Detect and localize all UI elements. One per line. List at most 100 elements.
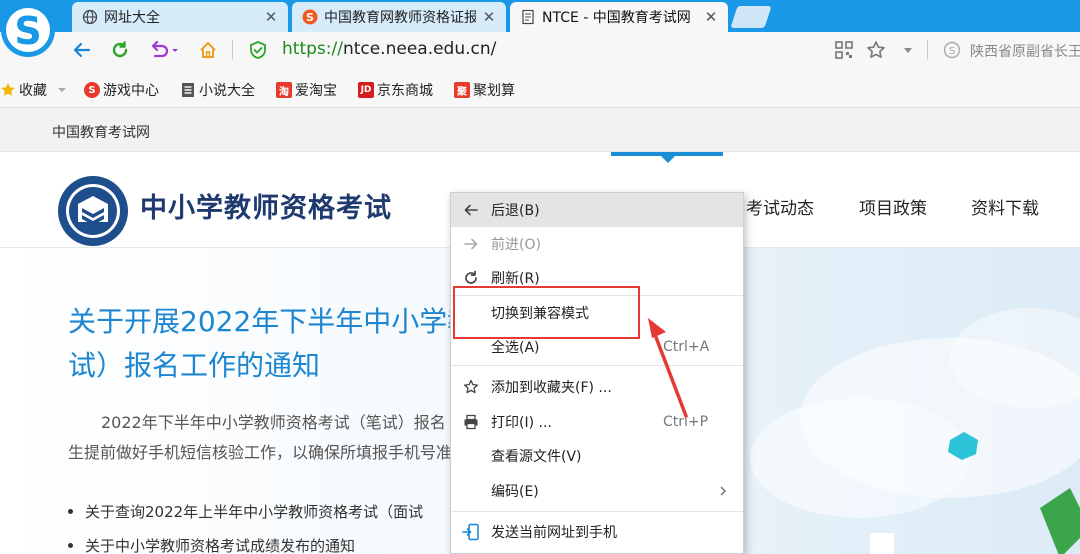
sogou-search-icon: S bbox=[943, 41, 961, 59]
undo-close-button[interactable] bbox=[146, 38, 182, 62]
notice-title-line: 试）报名工作的通知 bbox=[68, 349, 321, 382]
bookmark-jd[interactable]: JD 京东商城 bbox=[358, 80, 433, 100]
menu-item-label: 全选(A) bbox=[491, 340, 540, 356]
site-topbar: 中国教育考试网 bbox=[0, 108, 1080, 152]
list-item[interactable]: 关于查询2022年上半年中小学教师资格考试（面试 bbox=[68, 494, 468, 528]
tab-close-icon[interactable]: ✕ bbox=[704, 8, 718, 26]
nav-exam-news[interactable]: 考试动态 bbox=[746, 194, 814, 219]
annotation-highlight-box bbox=[453, 286, 640, 339]
game-icon: S bbox=[84, 82, 100, 98]
bullet-icon bbox=[68, 542, 73, 548]
menu-item-label: 打印(I) ... bbox=[491, 415, 552, 431]
menu-item-forward[interactable]: 前进(O) bbox=[451, 227, 743, 261]
favorites-dropdown[interactable] bbox=[896, 38, 920, 62]
tab-close-icon[interactable]: ✕ bbox=[482, 8, 496, 26]
star-icon bbox=[0, 82, 16, 98]
bookmark-label: 小说大全 bbox=[199, 83, 255, 99]
decorative-cloud-illustration bbox=[750, 308, 1080, 554]
navigation-toolbar: https://ntce.neea.edu.cn/ S 陕西省原副省长王 bbox=[0, 32, 1080, 68]
list-item[interactable]: 关于中小学教师资格考试成绩发布的通知 bbox=[68, 528, 468, 554]
menu-item-label: 编码(E) bbox=[491, 484, 539, 500]
bullet-icon bbox=[68, 508, 73, 514]
juhuasuan-icon: 聚 bbox=[454, 82, 470, 98]
sogou-browser-logo-icon[interactable]: S bbox=[0, 0, 58, 62]
list-item-label: 关于查询2022年上半年中小学教师资格考试（面试 bbox=[85, 502, 424, 521]
bookmark-favorites[interactable]: 收藏 bbox=[0, 80, 71, 100]
send-to-phone-icon bbox=[451, 523, 491, 541]
annotation-arrow-icon bbox=[648, 318, 688, 418]
site-title: 中小学教师资格考试 bbox=[140, 193, 392, 224]
bookmark-aitaobao[interactable]: 淘 爱淘宝 bbox=[276, 80, 337, 100]
star-outline-icon bbox=[451, 379, 491, 395]
svg-text:S: S bbox=[949, 46, 955, 57]
bookmarks-bar: 收藏 S 游戏中心 小说大全 淘 爱淘宝 JD 京东商城 聚 聚划算 bbox=[0, 68, 1080, 108]
notice-link-list: 关于查询2022年上半年中小学教师资格考试（面试 关于中小学教师资格考试成绩发布… bbox=[68, 494, 468, 554]
bookmark-label: 聚划算 bbox=[473, 83, 515, 99]
refresh-button[interactable] bbox=[108, 38, 132, 62]
star-outline-icon bbox=[867, 41, 885, 58]
notice-title[interactable]: 关于开展2022年下半年中小学教 试）报名工作的通知 bbox=[68, 300, 468, 388]
list-item-label: 关于中小学教师资格考试成绩发布的通知 bbox=[85, 536, 356, 554]
home-button[interactable] bbox=[196, 38, 220, 62]
notice-title-line: 关于开展2022年下半年中小学教 bbox=[68, 305, 468, 338]
new-tab-button[interactable] bbox=[730, 6, 772, 28]
refresh-icon bbox=[112, 41, 128, 58]
svg-text:S: S bbox=[306, 11, 314, 24]
menu-item-back[interactable]: 后退(B) bbox=[451, 193, 743, 227]
menu-item-label: 前进(O) bbox=[491, 237, 541, 253]
caret-down-icon bbox=[904, 48, 912, 53]
site-security-button[interactable] bbox=[246, 38, 270, 62]
refresh-icon bbox=[451, 270, 491, 286]
tab-wangzhi[interactable]: 网址大全 ✕ bbox=[72, 2, 288, 32]
svg-text:S: S bbox=[14, 9, 41, 53]
menu-item-label: 后退(B) bbox=[491, 203, 540, 219]
bookmark-novels[interactable]: 小说大全 bbox=[180, 80, 255, 100]
menu-item-send-to-phone[interactable]: 发送当前网址到手机 bbox=[451, 515, 743, 549]
menu-item-label: 发送当前网址到手机 bbox=[491, 525, 617, 541]
sogou-icon: S bbox=[302, 9, 318, 25]
toolbar-divider bbox=[232, 40, 233, 60]
search-engine-button[interactable]: S bbox=[940, 38, 964, 62]
tab-ntce[interactable]: NTCE - 中国教育考试网 ✕ bbox=[510, 2, 728, 32]
site-home-link[interactable]: 中国教育考试网 bbox=[52, 122, 150, 142]
menu-item-label: 查看源文件(V) bbox=[491, 449, 582, 465]
taobao-icon: 淘 bbox=[276, 82, 292, 98]
bookmark-game-center[interactable]: S 游戏中心 bbox=[84, 80, 159, 100]
search-box[interactable]: 陕西省原副省长王 bbox=[970, 41, 1080, 61]
qr-code-button[interactable] bbox=[832, 38, 856, 62]
tab-title: NTCE - 中国教育考试网 bbox=[542, 10, 691, 26]
page-icon bbox=[522, 9, 534, 25]
nav-caret-icon bbox=[661, 156, 675, 163]
book-icon bbox=[180, 82, 196, 98]
tab-title: 网址大全 bbox=[104, 10, 160, 26]
bookmark-label: 游戏中心 bbox=[103, 83, 159, 99]
favorite-button[interactable] bbox=[864, 38, 888, 62]
shield-check-icon bbox=[250, 41, 266, 59]
globe-icon bbox=[82, 9, 98, 25]
nav-policy[interactable]: 项目政策 bbox=[859, 194, 927, 219]
menu-item-label: 刷新(R) bbox=[491, 271, 540, 287]
bookmark-label: 爱淘宝 bbox=[295, 83, 337, 99]
chevron-right-icon bbox=[703, 485, 743, 497]
tab-jiaoyu[interactable]: S 中国教育网教师资格证报 ✕ bbox=[292, 2, 506, 32]
ntce-logo-icon[interactable] bbox=[56, 174, 130, 248]
arrow-left-icon bbox=[451, 202, 491, 218]
address-bar[interactable]: https://ntce.neea.edu.cn/ bbox=[282, 39, 496, 59]
menu-item-view-source[interactable]: 查看源文件(V) bbox=[451, 439, 743, 473]
qr-code-icon bbox=[835, 41, 853, 59]
back-button[interactable] bbox=[70, 38, 94, 62]
menu-item-label: 添加到收藏夹(F) ... bbox=[491, 380, 612, 396]
bookmark-juhuasuan[interactable]: 聚 聚划算 bbox=[454, 80, 515, 100]
arrow-right-icon bbox=[451, 236, 491, 252]
url-scheme: https:// bbox=[282, 39, 343, 59]
undo-icon bbox=[151, 40, 178, 58]
menu-separator bbox=[451, 511, 743, 512]
arrow-left-icon bbox=[73, 42, 91, 58]
menu-item-encoding[interactable]: 编码(E) bbox=[451, 474, 743, 508]
tab-title: 中国教育网教师资格证报 bbox=[324, 10, 476, 26]
printer-icon bbox=[451, 414, 491, 430]
bookmark-label: 收藏 bbox=[19, 83, 47, 99]
notice-body-line: 2022年下半年中小学教师资格考试（笔试）报名 bbox=[101, 413, 446, 432]
nav-downloads[interactable]: 资料下载 bbox=[971, 194, 1039, 219]
tab-close-icon[interactable]: ✕ bbox=[264, 8, 278, 26]
